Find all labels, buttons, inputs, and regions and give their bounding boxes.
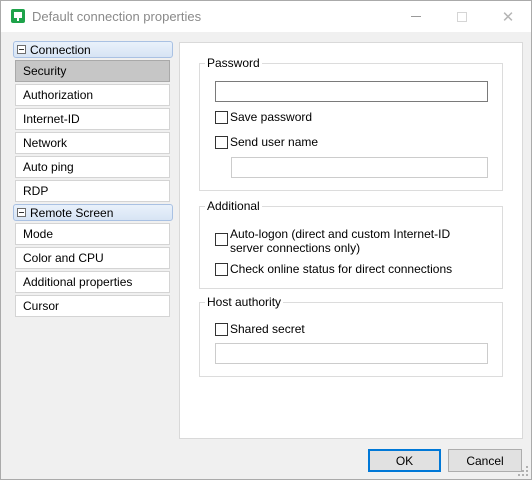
group-label: Remote Screen — [30, 205, 114, 220]
password-group-title: Password — [205, 56, 262, 70]
app-icon — [11, 9, 25, 23]
auto-logon-option[interactable]: Auto-logon (direct and custom Internet-I… — [215, 227, 485, 255]
check-online-status-checkbox[interactable] — [215, 263, 228, 276]
collapse-icon[interactable] — [17, 45, 26, 54]
ok-button[interactable]: OK — [368, 449, 441, 472]
send-user-name-label[interactable]: Send user name — [230, 135, 318, 149]
title-bar[interactable]: Default connection properties ✕ — [1, 1, 531, 32]
security-panel: Password Save password Send user name Ad… — [179, 42, 523, 439]
group-header-remote-screen[interactable]: Remote Screen — [13, 204, 173, 221]
shared-secret-input[interactable] — [215, 343, 488, 364]
cancel-button[interactable]: Cancel — [448, 449, 522, 472]
check-online-status-option[interactable]: Check online status for direct connectio… — [215, 262, 452, 276]
sidebar-item-cursor[interactable]: Cursor — [15, 295, 170, 317]
dialog-window: Default connection properties ✕ Connecti… — [0, 0, 532, 480]
minimize-icon — [411, 16, 421, 17]
password-input[interactable] — [215, 81, 488, 102]
auto-logon-label[interactable]: Auto-logon (direct and custom Internet-I… — [230, 227, 480, 255]
close-button[interactable]: ✕ — [485, 1, 531, 32]
sidebar-item-internet-id[interactable]: Internet-ID — [15, 108, 170, 130]
auto-logon-checkbox[interactable] — [215, 233, 228, 246]
resize-grip-icon[interactable] — [518, 466, 528, 476]
minimize-button[interactable] — [393, 1, 439, 32]
sidebar-item-additional-properties[interactable]: Additional properties — [15, 271, 170, 293]
shared-secret-option[interactable]: Shared secret — [215, 322, 305, 336]
sidebar-item-mode[interactable]: Mode — [15, 223, 170, 245]
additional-group-title: Additional — [205, 199, 262, 213]
sidebar-item-auto-ping[interactable]: Auto ping — [15, 156, 170, 178]
sidebar-item-color-and-cpu[interactable]: Color and CPU — [15, 247, 170, 269]
save-password-option[interactable]: Save password — [215, 110, 312, 124]
sidebar-item-network[interactable]: Network — [15, 132, 170, 154]
password-group: Password Save password Send user name — [199, 56, 503, 191]
user-name-input[interactable] — [231, 157, 488, 178]
shared-secret-label[interactable]: Shared secret — [230, 322, 305, 336]
save-password-checkbox[interactable] — [215, 111, 228, 124]
shared-secret-checkbox[interactable] — [215, 323, 228, 336]
check-online-status-label[interactable]: Check online status for direct connectio… — [230, 262, 452, 276]
group-label: Connection — [30, 42, 91, 57]
send-user-name-checkbox[interactable] — [215, 136, 228, 149]
additional-group: Additional Auto-logon (direct and custom… — [199, 199, 503, 289]
sidebar-item-rdp[interactable]: RDP — [15, 180, 170, 202]
host-authority-group: Host authority Shared secret — [199, 295, 503, 377]
send-user-name-option[interactable]: Send user name — [215, 135, 318, 149]
close-icon: ✕ — [501, 8, 515, 26]
sidebar-item-authorization[interactable]: Authorization — [15, 84, 170, 106]
window-title: Default connection properties — [32, 9, 202, 24]
host-authority-group-title: Host authority — [205, 295, 284, 309]
collapse-icon[interactable] — [17, 208, 26, 217]
group-header-connection[interactable]: Connection — [13, 41, 173, 58]
maximize-icon — [457, 11, 467, 22]
save-password-label[interactable]: Save password — [230, 110, 312, 124]
maximize-button[interactable] — [439, 1, 485, 32]
sidebar-item-security[interactable]: Security — [15, 60, 170, 82]
